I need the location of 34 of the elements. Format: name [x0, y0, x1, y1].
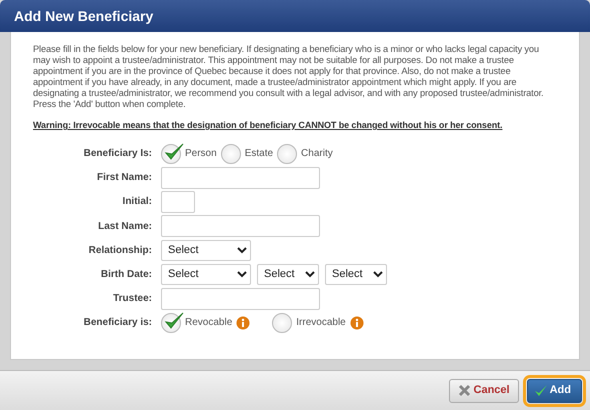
dialog-title: Add New Beneficiary	[14, 6, 154, 26]
text-field[interactable]	[161, 166, 320, 189]
radio-button[interactable]	[161, 144, 181, 164]
select-dropdown[interactable]: Select	[161, 264, 251, 285]
radio-label[interactable]: Estate	[244, 146, 274, 161]
info-icon[interactable]	[236, 316, 250, 330]
field-label: Relationship:	[88, 244, 153, 258]
select-dropdown[interactable]: Select	[257, 264, 319, 285]
radio-button[interactable]	[161, 312, 181, 333]
field-label: Beneficiary is:	[82, 316, 153, 330]
check-icon	[534, 384, 548, 397]
warning-text: Warning: Irrevocable means that the designation of beneficiary CANNOT be changed without his or her consent.	[33, 119, 504, 132]
field-label: Initial:	[122, 195, 153, 210]
field-label: Birth Date:	[100, 268, 153, 282]
field-label: Trustee:	[112, 292, 153, 306]
close-icon	[458, 384, 471, 397]
radio-button[interactable]	[277, 144, 298, 164]
instructions-text: Please fill in the fields below for your new beneficiary. If designating a beneficiary who is a minor or who lacks legal capacity you may wish to appoint a trustee/administrator. This appointment may not be suitable for all purposes. Do not make a trustee appointment if you are in the province of Quebec because it does not apply for that province. Also, do not make a trustee appointment if you have already, in any document, made a trustee/administrator appointment which might apply. If you are designating a trustee/administrator, we recommend you consult with a legal advisor, and with any proposed trustee/administrator. Press the 'Add' button when complete.	[33, 44, 544, 110]
select-dropdown[interactable]: Select	[325, 264, 387, 285]
text-field[interactable]	[161, 288, 320, 310]
radio-label[interactable]: Revocable	[185, 315, 232, 330]
field-label: Beneficiary Is:	[82, 147, 153, 161]
radio-label[interactable]: Charity	[301, 146, 333, 161]
radio-button[interactable]	[220, 144, 241, 164]
info-icon[interactable]	[350, 316, 364, 330]
select-dropdown[interactable]: Select	[161, 240, 251, 261]
field-label: Last Name:	[97, 220, 153, 234]
text-field[interactable]	[161, 215, 320, 238]
radio-label[interactable]: Person	[185, 146, 217, 161]
text-field[interactable]	[161, 190, 195, 213]
radio-label[interactable]: Irrevocable	[296, 315, 346, 330]
cancel-button[interactable]: Cancel	[448, 378, 519, 402]
radio-button[interactable]	[272, 312, 292, 333]
field-label: First Name:	[96, 171, 153, 186]
